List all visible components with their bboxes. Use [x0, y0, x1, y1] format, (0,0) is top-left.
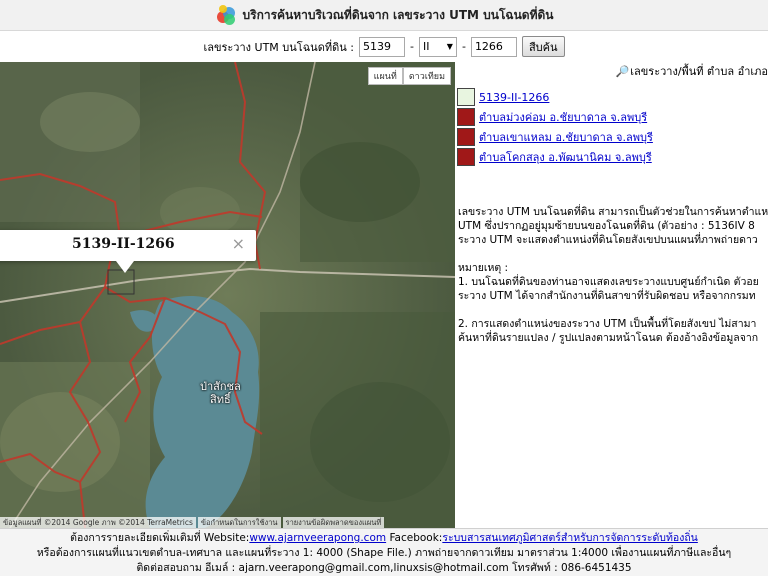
page-title: บริการค้นหาบริเวณที่ดินจาก เลขระวาง UTM … — [242, 7, 554, 22]
chevron-down-icon: ▼ — [446, 42, 453, 51]
map-view[interactable]: แผนที่ ดาวเทียม 5139-II-1266 × ป่าสักชล … — [0, 62, 455, 528]
map-attribution: ข้อมูลแผนที่ ©2014 Google ภาพ ©2014 Terr… — [0, 517, 196, 528]
sheet-number-input[interactable]: 5139 — [358, 36, 405, 57]
roman-numeral-select[interactable]: II ▼ — [418, 36, 457, 57]
map-report-link[interactable]: รายงานข้อผิดพลาดของแผนที่ — [282, 517, 385, 528]
footer-line-shapefile: หรือต้องการแผนที่แนวเขตตำบล-เทศบาล และแผ… — [36, 547, 732, 559]
footer-line-contact: ติดต่อสอบถาม อีเมล์ : ajarn.veerapong@gm… — [136, 562, 632, 574]
results-heading-text: เลขระวาง/พื้นที่ ตำบล อำเภอ — [630, 65, 768, 78]
result-item[interactable]: ตำบลเขาแหลม อ.ชัยบาดาล จ.ลพบุรี — [457, 128, 653, 146]
results-heading: 🔎 เลขระวาง/พื้นที่ ตำบล อำเภอ — [455, 62, 768, 80]
search-label: เลขระวาง UTM บนโฉนดที่ดิน : — [203, 40, 354, 54]
results-panel: 🔎 เลขระวาง/พื้นที่ ตำบล อำเภอ 5139-II-12… — [455, 62, 768, 528]
info-window: 5139-II-1266 × — [0, 230, 256, 261]
map-attribution-bar: ข้อมูลแผนที่ ©2014 Google ภาพ ©2014 Terr… — [0, 517, 455, 528]
info-window-pointer — [116, 261, 134, 273]
info-window-title: 5139-II-1266 — [72, 236, 175, 252]
result-link-subdistrict[interactable]: ตำบลม่วงค่อม อ.ชัยบาดาล จ.ลพบุรี — [479, 108, 647, 126]
map-type-roadmap-button[interactable]: แผนที่ — [367, 67, 403, 85]
result-link-subdistrict[interactable]: ตำบลเขาแหลม อ.ชัยบาดาล จ.ลพบุรี — [479, 128, 653, 146]
separator: - — [409, 40, 414, 53]
search-form: เลขระวาง UTM บนโฉนดที่ดิน : 5139 - II ▼ … — [0, 31, 768, 62]
map-place-label: ป่าสักชล สิทธิ์ — [200, 380, 241, 406]
legend-swatch — [457, 128, 475, 146]
note-title: หมายเหตุ : — [458, 262, 509, 274]
result-item[interactable]: 5139-II-1266 — [457, 88, 549, 106]
facebook-link[interactable]: ระบบสารสนเทศภูมิศาสตร์สำหรับการจัดการระด… — [442, 532, 698, 544]
result-item[interactable]: ตำบลม่วงค่อม อ.ชัยบาดาล จ.ลพบุรี — [457, 108, 647, 126]
page-header: บริการค้นหาบริเวณที่ดินจาก เลขระวาง UTM … — [0, 0, 768, 31]
map-type-control: แผนที่ ดาวเทียม — [367, 67, 451, 85]
page-footer: ต้องการรายละเอียดเพิ่มเติมที่ Website:ww… — [0, 528, 768, 576]
legend-swatch — [457, 108, 475, 126]
legend-swatch — [457, 148, 475, 166]
map-terms-link[interactable]: ข้อกำหนดในการใช้งาน — [197, 517, 281, 528]
search-button[interactable]: สืบค้น — [521, 36, 565, 57]
sheet-index-input[interactable]: 1266 — [470, 36, 517, 57]
website-link[interactable]: www.ajarnveerapong.com — [249, 532, 386, 544]
magnifier-icon: 🔎 — [615, 64, 630, 78]
footer-line-website: ต้องการรายละเอียดเพิ่มเติมที่ Website:ww… — [70, 532, 698, 544]
description-text: เลขระวาง UTM บนโฉนดที่ดิน สามารถเป็นตัวช… — [458, 206, 768, 344]
result-link-subdistrict[interactable]: ตำบลโคกสลุง อ.พัฒนานิคม จ.ลพบุรี — [479, 148, 652, 166]
legend-swatch — [457, 88, 475, 106]
separator: - — [461, 40, 466, 53]
satellite-map-image — [0, 62, 455, 528]
map-type-satellite-button[interactable]: ดาวเทียม — [402, 67, 451, 85]
result-item[interactable]: ตำบลโคกสลุง อ.พัฒนานิคม จ.ลพบุรี — [457, 148, 652, 166]
roman-numeral-value: II — [422, 40, 430, 53]
result-link-sheet[interactable]: 5139-II-1266 — [479, 91, 549, 104]
logo-icon — [215, 4, 237, 26]
close-icon[interactable]: × — [232, 234, 245, 253]
